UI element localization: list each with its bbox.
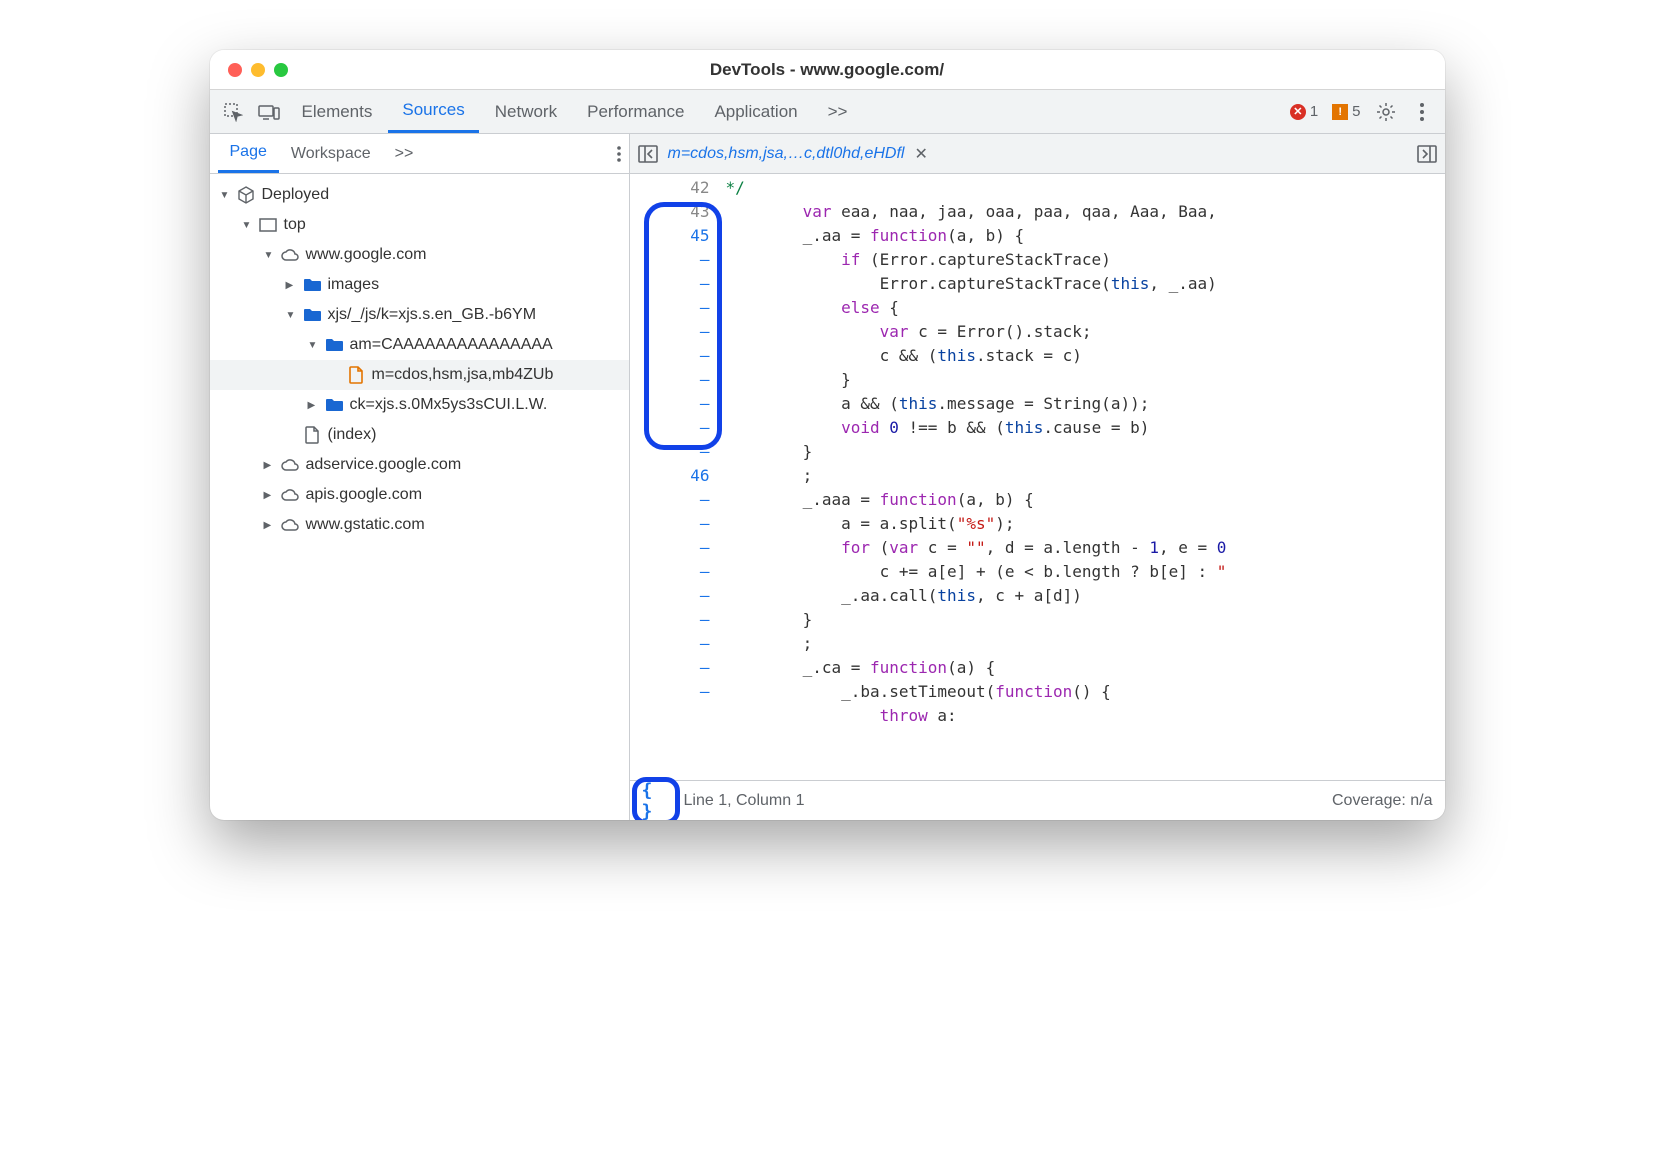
tree-item[interactable]: (index) bbox=[210, 420, 629, 450]
tree-item[interactable]: m=cdos,hsm,jsa,mb4ZUb bbox=[210, 360, 629, 390]
maximize-window[interactable] bbox=[274, 63, 288, 77]
tree-item-label: www.gstatic.com bbox=[306, 516, 425, 534]
folder-blue-icon bbox=[302, 308, 322, 322]
navigator-menu-icon[interactable] bbox=[617, 146, 621, 162]
main-tab-network[interactable]: Network bbox=[481, 90, 571, 133]
navigator-overflow[interactable]: >> bbox=[383, 134, 426, 173]
code-view[interactable]: */ var eaa, naa, jaa, oaa, paa, qaa, Aaa… bbox=[720, 174, 1445, 780]
cloud-icon bbox=[280, 458, 300, 472]
tree-item-label: Deployed bbox=[262, 186, 330, 204]
tree-item[interactable]: ▶www.gstatic.com bbox=[210, 510, 629, 540]
tree-item-label: adservice.google.com bbox=[306, 456, 462, 474]
close-window[interactable] bbox=[228, 63, 242, 77]
tree-item-label: am=CAAAAAAAAAAAAAAA bbox=[350, 336, 553, 354]
toggle-debugger-icon[interactable] bbox=[1417, 145, 1437, 163]
warning-count[interactable]: !5 bbox=[1326, 103, 1366, 120]
more-tabs[interactable]: >> bbox=[814, 90, 862, 133]
main-tabstrip: ElementsSourcesNetworkPerformanceApplica… bbox=[210, 90, 1445, 134]
file-tree: ▼Deployed▼top▼www.google.com▶images▼xjs/… bbox=[210, 174, 629, 820]
editor-tab[interactable]: m=cdos,hsm,jsa,…c,dtl0hd,eHDfl ✕ bbox=[658, 144, 938, 164]
folder-blue-icon bbox=[324, 338, 344, 352]
pretty-print-button[interactable]: { } bbox=[642, 787, 670, 815]
frame-icon bbox=[258, 218, 278, 232]
tree-item[interactable]: ▶ck=xjs.s.0Mx5ys3sCUI.L.W. bbox=[210, 390, 629, 420]
tree-item-label: m=cdos,hsm,jsa,mb4ZUb bbox=[372, 366, 554, 384]
device-toolbar-icon[interactable] bbox=[252, 95, 286, 129]
tree-item[interactable]: ▶images bbox=[210, 270, 629, 300]
navigator-tab-workspace[interactable]: Workspace bbox=[279, 134, 383, 173]
titlebar: DevTools - www.google.com/ bbox=[210, 50, 1445, 90]
editor-tab-bar: m=cdos,hsm,jsa,…c,dtl0hd,eHDfl ✕ bbox=[630, 134, 1445, 174]
tree-item[interactable]: ▼xjs/_/js/k=xjs.s.en_GB.-b6YM bbox=[210, 300, 629, 330]
tree-item[interactable]: ▼www.google.com bbox=[210, 240, 629, 270]
pretty-print-highlight bbox=[632, 777, 680, 821]
close-tab-icon[interactable]: ✕ bbox=[914, 144, 927, 164]
more-menu-icon[interactable] bbox=[1405, 95, 1439, 129]
main-tab-sources[interactable]: Sources bbox=[388, 90, 478, 133]
tree-item-label: www.google.com bbox=[306, 246, 427, 264]
main-tab-application[interactable]: Application bbox=[700, 90, 811, 133]
tree-item-label: apis.google.com bbox=[306, 486, 423, 504]
coverage-status: Coverage: n/a bbox=[1332, 792, 1433, 810]
tree-item-label: images bbox=[328, 276, 380, 294]
cube-icon bbox=[236, 186, 256, 204]
main-tab-performance[interactable]: Performance bbox=[573, 90, 698, 133]
line-gutter[interactable]: 424345–––––––––46––––––––– bbox=[630, 174, 720, 780]
tree-item-label: ck=xjs.s.0Mx5ys3sCUI.L.W. bbox=[350, 396, 548, 414]
toggle-navigator-icon[interactable] bbox=[638, 145, 658, 163]
tree-item[interactable]: ▼top bbox=[210, 210, 629, 240]
cursor-position: Line 1, Column 1 bbox=[684, 792, 805, 810]
window-title: DevTools - www.google.com/ bbox=[210, 60, 1445, 80]
cloud-icon bbox=[280, 248, 300, 262]
tree-item-label: (index) bbox=[328, 426, 377, 444]
inspect-element-icon[interactable] bbox=[216, 95, 250, 129]
minimize-window[interactable] bbox=[251, 63, 265, 77]
tree-item[interactable]: ▶apis.google.com bbox=[210, 480, 629, 510]
status-bar: { } Line 1, Column 1 Coverage: n/a bbox=[630, 780, 1445, 820]
cloud-icon bbox=[280, 518, 300, 532]
settings-icon[interactable] bbox=[1369, 95, 1403, 129]
navigator-tab-page[interactable]: Page bbox=[218, 134, 279, 173]
navigator-pane: PageWorkspace >> ▼Deployed▼top▼www.googl… bbox=[210, 134, 630, 820]
file-icon bbox=[302, 426, 322, 444]
error-count[interactable]: ✕1 bbox=[1284, 103, 1324, 120]
cloud-icon bbox=[280, 488, 300, 502]
tree-item[interactable]: ▶adservice.google.com bbox=[210, 450, 629, 480]
main-tab-elements[interactable]: Elements bbox=[288, 90, 387, 133]
tree-item-label: xjs/_/js/k=xjs.s.en_GB.-b6YM bbox=[328, 306, 537, 324]
tree-item[interactable]: ▼am=CAAAAAAAAAAAAAAA bbox=[210, 330, 629, 360]
tree-item-label: top bbox=[284, 216, 306, 234]
folder-blue-icon bbox=[324, 398, 344, 412]
folder-blue-icon bbox=[302, 278, 322, 292]
tree-item[interactable]: ▼Deployed bbox=[210, 180, 629, 210]
file-orange-icon bbox=[346, 366, 366, 384]
